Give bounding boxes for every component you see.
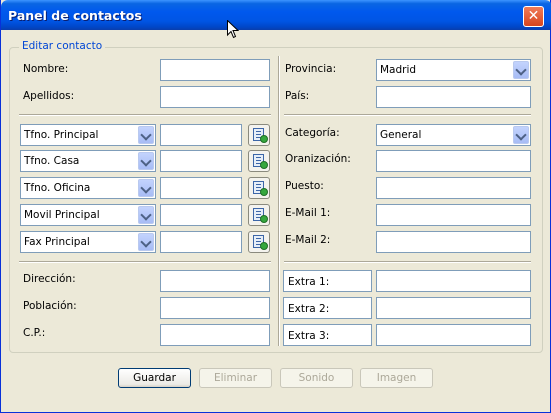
close-icon: ✕ xyxy=(527,8,540,24)
mouse-pointer-icon xyxy=(227,20,239,39)
phone-action-button-2[interactable] xyxy=(248,150,270,172)
puesto-label: Puesto: xyxy=(285,180,324,192)
provincia-label: Provincia: xyxy=(285,63,337,75)
categoria-select[interactable]: General xyxy=(376,124,531,146)
phone-type-value-5: Fax Principal xyxy=(24,236,90,248)
extra-input-3[interactable] xyxy=(376,324,531,346)
poblacion-label: Población: xyxy=(23,300,77,312)
phone-type-value-4: Movil Principal xyxy=(24,209,100,221)
extra-label-3: Extra 3: xyxy=(288,330,330,342)
phone-type-select-1[interactable]: Tfno. Principal xyxy=(20,124,156,146)
chevron-down-icon[interactable] xyxy=(138,126,154,144)
close-button[interactable]: ✕ xyxy=(523,6,544,27)
extra-label-box-2[interactable]: Extra 2: xyxy=(283,297,372,319)
pais-input[interactable] xyxy=(376,86,531,108)
phone-action-button-5[interactable] xyxy=(248,231,270,253)
phone-action-button-1[interactable] xyxy=(248,124,270,146)
email1-label: E-Mail 1: xyxy=(285,207,331,219)
phone-type-select-2[interactable]: Tfno. Casa xyxy=(20,150,156,172)
organizacion-input[interactable] xyxy=(376,150,531,172)
provincia-value: Madrid xyxy=(380,64,417,76)
categoria-label: Categoría: xyxy=(285,127,340,139)
eliminar-button[interactable]: Eliminar xyxy=(199,368,272,388)
title-bar[interactable]: Panel de contactos ✕ xyxy=(1,0,551,30)
email2-input[interactable] xyxy=(376,231,531,253)
poblacion-input[interactable] xyxy=(160,297,270,319)
email2-label: E-Mail 2: xyxy=(285,234,331,246)
direccion-input[interactable] xyxy=(160,270,270,292)
pais-label: País: xyxy=(285,90,310,102)
extra-label-box-1[interactable]: Extra 1: xyxy=(283,270,372,292)
extra-input-1[interactable] xyxy=(376,270,531,292)
sonido-button[interactable]: Sonido xyxy=(280,368,353,388)
nombre-label: Nombre: xyxy=(23,63,69,75)
direccion-label: Dirección: xyxy=(23,273,76,285)
phone-input-5[interactable] xyxy=(160,231,242,253)
nombre-input[interactable] xyxy=(160,59,270,81)
phone-action-button-4[interactable] xyxy=(248,204,270,226)
organizacion-label: Oranización: xyxy=(285,153,351,165)
phone-input-3[interactable] xyxy=(160,177,242,199)
phone-type-value-2: Tfno. Casa xyxy=(24,155,80,167)
window-title: Panel de contactos xyxy=(8,8,142,23)
chevron-down-icon[interactable] xyxy=(513,61,529,79)
chevron-down-icon[interactable] xyxy=(138,152,154,170)
chevron-down-icon[interactable] xyxy=(513,126,529,144)
cp-label: C.P.: xyxy=(23,327,46,339)
add-badge-icon xyxy=(260,161,268,169)
extra-input-2[interactable] xyxy=(376,297,531,319)
chevron-down-icon[interactable] xyxy=(138,233,154,251)
guardar-button[interactable]: Guardar xyxy=(118,368,191,388)
apellidos-label: Apellidos: xyxy=(23,90,75,102)
add-badge-icon xyxy=(260,242,268,250)
imagen-button[interactable]: Imagen xyxy=(360,368,433,388)
phone-type-value-1: Tfno. Principal xyxy=(24,129,99,141)
phone-input-4[interactable] xyxy=(160,204,242,226)
phone-input-1[interactable] xyxy=(160,124,242,146)
edit-contact-legend: Editar contacto xyxy=(19,40,106,52)
column-divider xyxy=(278,56,280,346)
provincia-select[interactable]: Madrid xyxy=(376,59,531,81)
chevron-down-icon[interactable] xyxy=(138,206,154,224)
add-badge-icon xyxy=(260,215,268,223)
add-badge-icon xyxy=(260,135,268,143)
cp-input[interactable] xyxy=(160,324,270,346)
apellidos-input[interactable] xyxy=(160,86,270,108)
phone-type-select-3[interactable]: Tfno. Oficina xyxy=(20,177,156,199)
contact-panel-window: Panel de contactos ✕ Editar contacto Nom… xyxy=(0,0,551,413)
extra-label-box-3[interactable]: Extra 3: xyxy=(283,324,372,346)
separator-right-2 xyxy=(284,261,531,263)
phone-type-value-3: Tfno. Oficina xyxy=(24,182,91,194)
phone-input-2[interactable] xyxy=(160,150,242,172)
puesto-input[interactable] xyxy=(376,177,531,199)
extra-label-2: Extra 2: xyxy=(288,303,330,315)
chevron-down-icon[interactable] xyxy=(138,179,154,197)
phone-action-button-3[interactable] xyxy=(248,177,270,199)
add-badge-icon xyxy=(260,188,268,196)
phone-type-select-4[interactable]: Movil Principal xyxy=(20,204,156,226)
extra-label-1: Extra 1: xyxy=(288,276,330,288)
separator-left-2 xyxy=(19,261,271,263)
separator-right-1 xyxy=(284,114,531,116)
email1-input[interactable] xyxy=(376,204,531,226)
phone-type-select-5[interactable]: Fax Principal xyxy=(20,231,156,253)
separator-left-1 xyxy=(19,114,271,116)
categoria-value: General xyxy=(380,129,422,141)
